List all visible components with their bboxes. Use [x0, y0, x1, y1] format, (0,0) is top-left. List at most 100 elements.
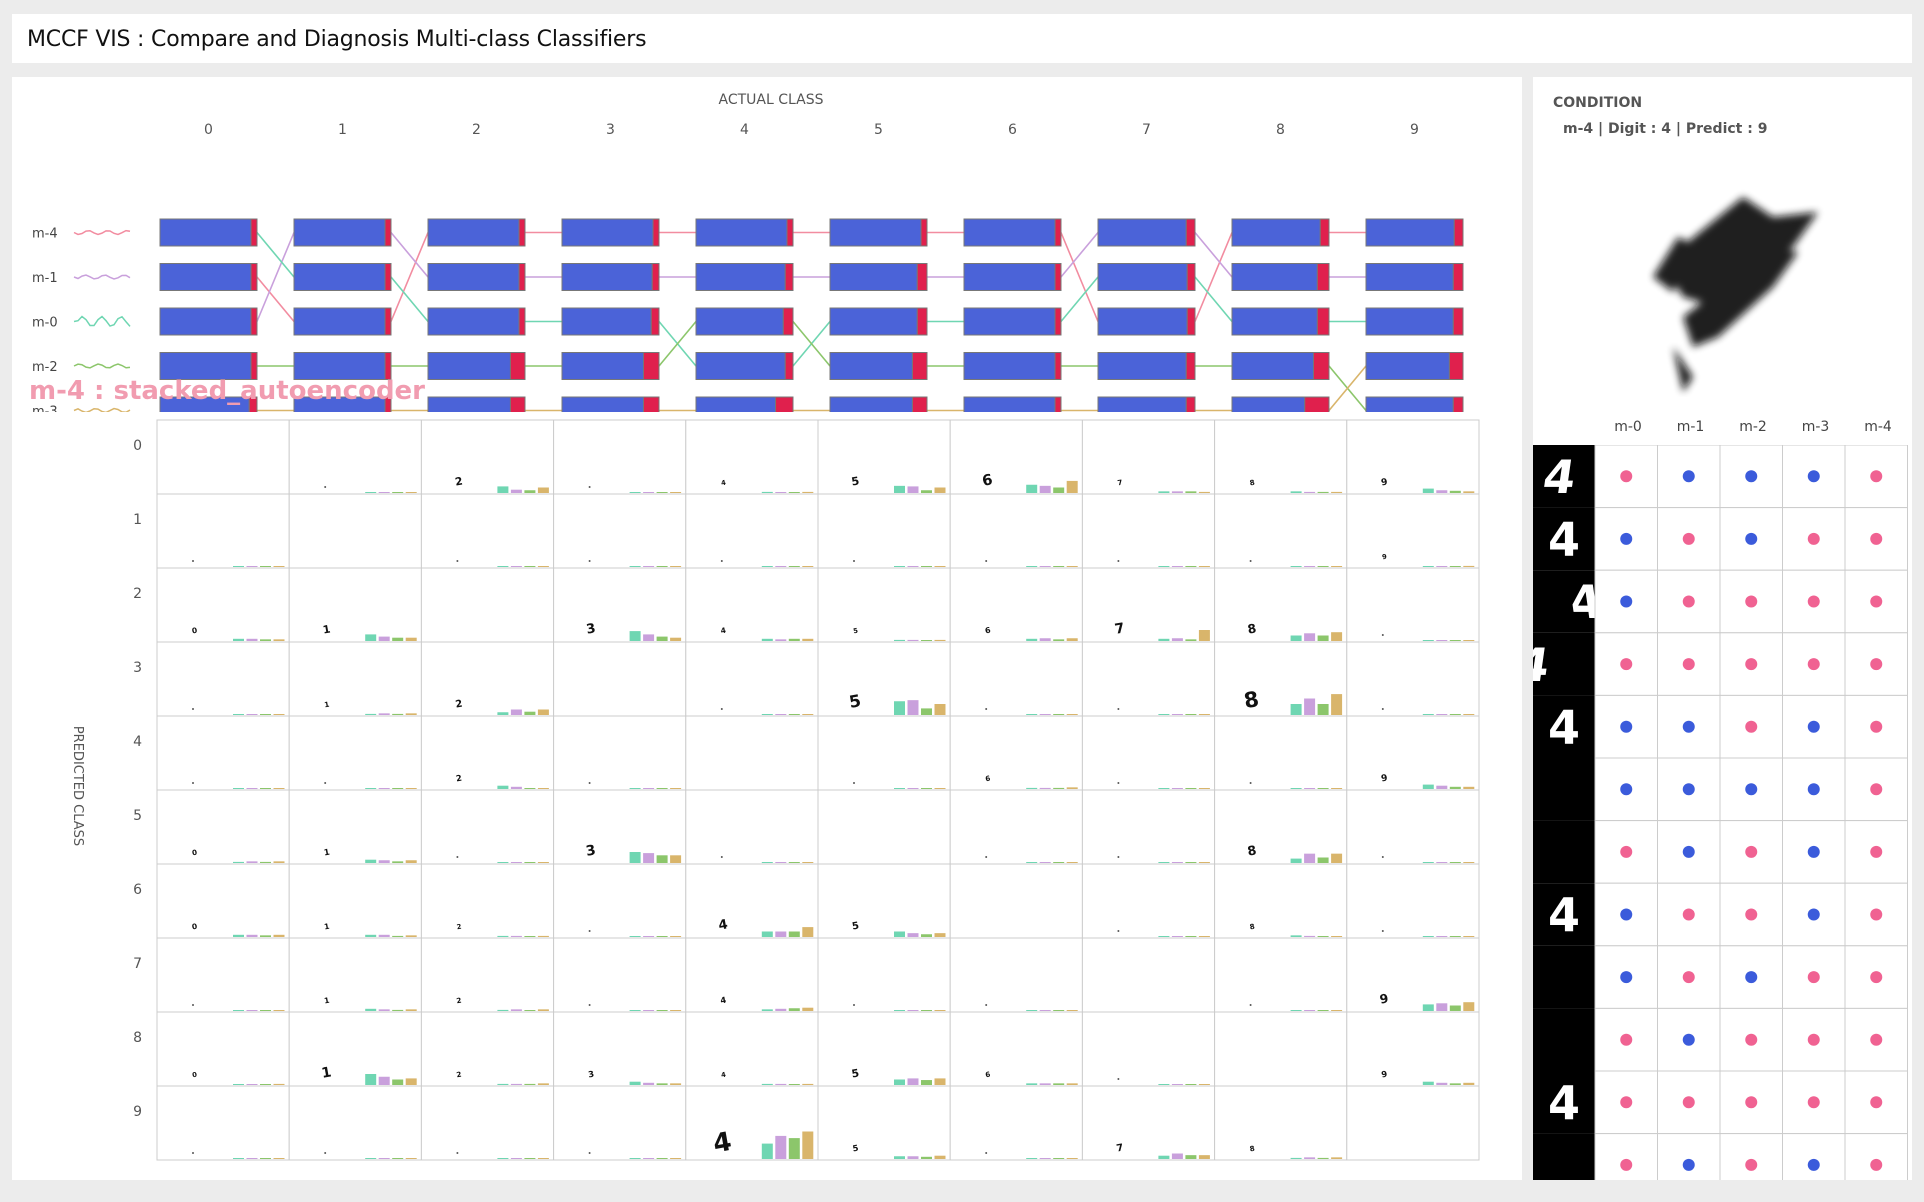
confusion-cell[interactable]: 5 — [817, 641, 951, 717]
confusion-cell[interactable]: 6 — [949, 419, 1083, 495]
predict-hit-dot[interactable] — [1870, 971, 1883, 984]
model-class-bar[interactable] — [159, 307, 258, 336]
confusion-cell[interactable] — [1214, 493, 1348, 569]
sample-row[interactable]: 4 — [1533, 1070, 1908, 1135]
confusion-cell[interactable]: 9 — [1346, 419, 1480, 495]
model-class-bar[interactable] — [1365, 263, 1464, 291]
predict-miss-dot[interactable] — [1620, 971, 1633, 984]
predict-miss-dot[interactable] — [1745, 971, 1758, 984]
predict-hit-dot[interactable] — [1745, 1158, 1758, 1171]
predict-hit-dot[interactable] — [1620, 1033, 1633, 1046]
predict-hit-dot[interactable] — [1807, 532, 1820, 545]
predict-hit-dot[interactable] — [1870, 783, 1883, 796]
confusion-cell[interactable] — [949, 1085, 1083, 1161]
confusion-cell[interactable]: 5 — [817, 567, 951, 643]
confusion-cell[interactable]: 1 — [288, 863, 422, 939]
confusion-cell[interactable]: 8 — [1214, 567, 1348, 643]
confusion-cell[interactable]: 9 — [1346, 493, 1480, 569]
confusion-cell[interactable]: 2 — [420, 419, 555, 495]
model-class-bar[interactable] — [1231, 218, 1330, 247]
predict-miss-dot[interactable] — [1682, 845, 1695, 858]
confusion-cell[interactable] — [817, 493, 951, 569]
sample-row[interactable]: 4 — [1533, 694, 1908, 759]
predict-miss-dot[interactable] — [1682, 1158, 1695, 1171]
confusion-cell[interactable]: 5 — [817, 1011, 951, 1087]
predict-miss-dot[interactable] — [1807, 845, 1820, 858]
confusion-cell[interactable]: 6 — [949, 715, 1083, 791]
confusion-cell[interactable] — [156, 1085, 290, 1161]
model-column-header[interactable]: m-1 — [1660, 419, 1722, 435]
confusion-cell[interactable]: 3 — [553, 1011, 687, 1087]
model-class-bar[interactable] — [829, 218, 928, 247]
model-class-bar[interactable] — [695, 352, 794, 380]
model-class-bar[interactable] — [427, 352, 526, 380]
sample-row[interactable]: 4 — [1533, 632, 1908, 696]
confusion-cell[interactable] — [1214, 715, 1348, 791]
sample-row[interactable]: 4 — [1533, 1007, 1908, 1072]
confusion-cell[interactable]: 4 — [685, 1011, 819, 1087]
confusion-cell[interactable]: 6 — [949, 1011, 1083, 1087]
confusion-cell[interactable] — [949, 937, 1083, 1013]
model-class-bar[interactable] — [1097, 307, 1196, 336]
predict-hit-dot[interactable] — [1620, 845, 1633, 858]
model-class-bar[interactable] — [695, 218, 794, 247]
model-class-bar[interactable] — [1231, 307, 1330, 336]
confusion-cell[interactable]: 6 — [949, 567, 1083, 643]
predict-miss-dot[interactable] — [1745, 783, 1758, 796]
predict-miss-dot[interactable] — [1807, 720, 1820, 733]
model-class-bar[interactable] — [561, 396, 660, 425]
confusion-cell[interactable]: 9 — [1346, 937, 1480, 1013]
confusion-cell[interactable] — [1081, 493, 1216, 569]
confusion-cell[interactable]: 8 — [1214, 1085, 1348, 1161]
confusion-cell[interactable] — [1214, 1011, 1348, 1087]
confusion-cell[interactable] — [288, 715, 422, 791]
confusion-cell[interactable] — [288, 493, 422, 569]
confusion-cell[interactable]: 8 — [1214, 789, 1348, 865]
confusion-cell[interactable] — [553, 863, 687, 939]
predict-hit-dot[interactable] — [1870, 720, 1883, 733]
confusion-cell[interactable] — [1346, 567, 1480, 643]
predict-hit-dot[interactable] — [1870, 532, 1883, 545]
confusion-cell[interactable] — [553, 1085, 687, 1161]
predict-hit-dot[interactable] — [1807, 1096, 1820, 1109]
confusion-cell[interactable] — [1346, 1085, 1480, 1161]
confusion-cell[interactable] — [553, 641, 687, 717]
confusion-cell[interactable] — [420, 567, 555, 643]
confusion-cell[interactable] — [685, 493, 819, 569]
model-class-bar[interactable] — [427, 263, 526, 291]
confusion-cell[interactable]: 3 — [553, 789, 687, 865]
predict-miss-dot[interactable] — [1745, 470, 1758, 483]
confusion-cell[interactable] — [156, 715, 290, 791]
model-label[interactable]: m-4 — [32, 227, 58, 242]
model-column-header[interactable]: m-2 — [1722, 419, 1784, 435]
model-column-header[interactable]: m-0 — [1597, 419, 1659, 435]
predict-hit-dot[interactable] — [1620, 1158, 1633, 1171]
predict-hit-dot[interactable] — [1745, 908, 1758, 921]
model-class-bar[interactable] — [561, 218, 660, 247]
confusion-cell[interactable] — [1081, 715, 1216, 791]
confusion-cell[interactable] — [553, 493, 687, 569]
confusion-cell[interactable] — [288, 419, 422, 495]
confusion-cell[interactable]: 3 — [553, 567, 687, 643]
model-class-bar[interactable] — [829, 263, 928, 291]
predict-hit-dot[interactable] — [1620, 470, 1633, 483]
confusion-cell[interactable]: 0 — [156, 567, 290, 643]
confusion-cell[interactable]: 2 — [420, 937, 555, 1013]
confusion-cell[interactable] — [685, 789, 819, 865]
confusion-cell[interactable]: 4 — [685, 419, 819, 495]
model-class-bar[interactable] — [829, 352, 928, 380]
model-class-bar[interactable] — [159, 218, 258, 247]
predict-miss-dot[interactable] — [1807, 783, 1820, 796]
model-class-bar[interactable] — [963, 352, 1062, 380]
sample-row[interactable]: 4 — [1533, 1133, 1908, 1180]
predict-miss-dot[interactable] — [1682, 1033, 1695, 1046]
sample-row[interactable]: 4 — [1533, 507, 1908, 571]
sample-row[interactable]: 4 — [1533, 882, 1908, 947]
confusion-cell[interactable] — [1081, 789, 1216, 865]
sample-row[interactable]: 4 — [1533, 757, 1908, 822]
confusion-cell[interactable]: 9 — [1346, 1011, 1480, 1087]
confusion-cell[interactable] — [553, 715, 687, 791]
model-class-bar[interactable] — [1231, 263, 1330, 291]
confusion-cell[interactable] — [949, 863, 1083, 939]
confusion-cell[interactable]: 0 — [156, 1011, 290, 1087]
